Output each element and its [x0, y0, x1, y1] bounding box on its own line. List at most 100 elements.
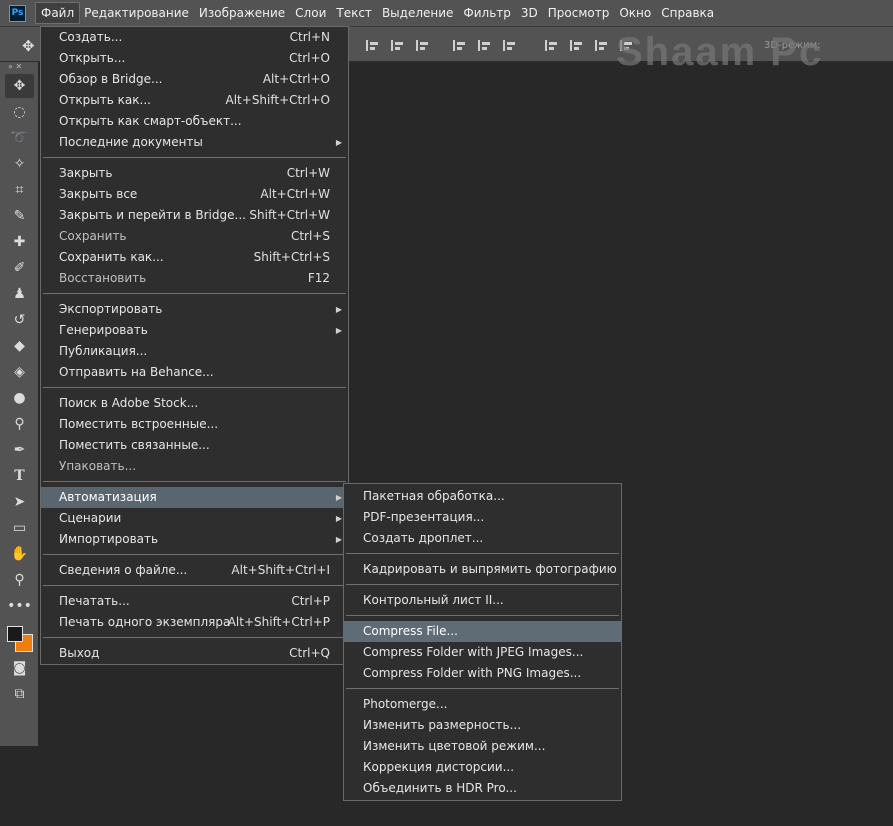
align-left-icon[interactable] — [453, 40, 468, 51]
menu-item[interactable]: Коррекция дисторсии... — [344, 757, 621, 778]
menu-10[interactable]: Справка — [656, 3, 719, 23]
menu-item[interactable]: Сведения о файле... Alt+Shift+Ctrl+I — [41, 560, 348, 581]
menu-6[interactable]: Фильтр — [458, 3, 515, 23]
menu-5[interactable]: Выделение — [377, 3, 458, 23]
menu-item[interactable]: Пакетная обработка... — [344, 486, 621, 507]
menu-item-label: Объединить в HDR Pro... — [363, 781, 517, 795]
tools-panel-header[interactable]: » ✕ — [0, 62, 38, 72]
more-tools-icon[interactable]: ••• — [5, 594, 34, 618]
align-hcenter-icon[interactable] — [478, 40, 493, 51]
type-tool-icon[interactable]: T — [5, 464, 34, 488]
menu-item[interactable]: Закрыть все Alt+Ctrl+W — [41, 184, 348, 205]
menu-item[interactable]: Открыть... Ctrl+O — [41, 48, 348, 69]
menu-item-shortcut: Ctrl+W — [286, 166, 330, 180]
menu-item[interactable]: Compress File... — [344, 621, 621, 642]
color-swatches[interactable] — [5, 620, 35, 654]
foreground-color-swatch[interactable] — [7, 626, 23, 642]
menu-item[interactable]: Объединить в HDR Pro... — [344, 778, 621, 799]
menu-item[interactable]: Поиск в Adobe Stock... — [41, 393, 348, 414]
menu-item[interactable]: Экспортировать ▶ — [41, 299, 348, 320]
menu-item[interactable]: Печать одного экземпляра Alt+Shift+Ctrl+P — [41, 612, 348, 633]
align-vcenter-icon[interactable] — [391, 40, 406, 51]
rectangle-tool-icon[interactable]: ▭ — [5, 516, 34, 540]
menu-item[interactable]: Открыть как смарт-объект... — [41, 111, 348, 132]
path-selection-tool-icon[interactable]: ➤ — [5, 490, 34, 514]
menu-4[interactable]: Текст — [331, 3, 377, 23]
align-right-icon[interactable] — [503, 40, 518, 51]
menu-item[interactable]: Сохранить как... Shift+Ctrl+S — [41, 247, 348, 268]
move-icon[interactable]: ✥ — [22, 37, 35, 55]
move-tool-icon[interactable]: ✥ — [5, 74, 34, 98]
eyedropper-tool-icon[interactable]: ✎ — [5, 204, 34, 228]
menu-3[interactable]: Слои — [290, 3, 331, 23]
menu-item[interactable]: Кадрировать и выпрямить фотографию — [344, 559, 621, 580]
menu-item[interactable]: Сценарии ▶ — [41, 508, 348, 529]
menu-item[interactable]: Создать дроплет... — [344, 528, 621, 549]
distribute-bottom-icon[interactable] — [595, 40, 610, 51]
menu-item[interactable]: Упаковать... — [41, 456, 348, 477]
menu-item-label: Изменить цветовой режим... — [363, 739, 546, 753]
pen-tool-icon[interactable]: ✒ — [5, 438, 34, 462]
align-top-icon[interactable] — [366, 40, 381, 51]
photoshop-logo: Ps — [9, 4, 26, 22]
paint-bucket-tool-icon[interactable]: ◈ — [5, 360, 34, 384]
quick-mask-icon[interactable]: ◙ — [5, 656, 34, 680]
menu-item[interactable]: Изменить размерность... — [344, 715, 621, 736]
distribute-vcenter-icon[interactable] — [570, 40, 585, 51]
align-bottom-icon[interactable] — [416, 40, 431, 51]
menu-2[interactable]: Изображение — [194, 3, 290, 23]
menu-item-label: Открыть как... — [59, 93, 151, 107]
menu-item-label: Создать... — [59, 30, 123, 44]
menu-item[interactable]: Автоматизация ▶ — [41, 487, 348, 508]
menu-item[interactable]: Публикация... — [41, 341, 348, 362]
blur-tool-icon[interactable]: ● — [5, 386, 34, 410]
menu-item[interactable]: Compress Folder with PNG Images... — [344, 663, 621, 684]
menu-0[interactable]: Файл — [34, 2, 81, 24]
zoom-tool-icon[interactable]: ⚲ — [5, 568, 34, 592]
menu-item[interactable]: PDF-презентация... — [344, 507, 621, 528]
menu-item-shortcut: Alt+Ctrl+O — [262, 72, 330, 86]
menu-item[interactable]: Последние документы ▶ — [41, 132, 348, 153]
menu-item[interactable]: Закрыть и перейти в Bridge... Shift+Ctrl+… — [41, 205, 348, 226]
history-brush-tool-icon[interactable]: ↺ — [5, 308, 34, 332]
hand-tool-icon[interactable]: ✋ — [5, 542, 34, 566]
menu-8[interactable]: Просмотр — [543, 3, 615, 23]
menu-item[interactable]: Генерировать ▶ — [41, 320, 348, 341]
brush-tool-icon[interactable]: ✐ — [5, 256, 34, 280]
menu-item[interactable]: Контрольный лист II... — [344, 590, 621, 611]
lasso-tool-icon[interactable]: ➰ — [5, 126, 34, 150]
dodge-tool-icon[interactable]: ⚲ — [5, 412, 34, 436]
marquee-tool-icon[interactable]: ◌ — [5, 100, 34, 124]
menu-item-label: Импортировать — [59, 532, 159, 546]
distribute-top-icon[interactable] — [545, 40, 560, 51]
menu-1[interactable]: Редактирование — [79, 3, 194, 23]
menu-item[interactable]: Импортировать ▶ — [41, 529, 348, 550]
menu-item[interactable]: Печатать... Ctrl+P — [41, 591, 348, 612]
menu-item[interactable]: Отправить на Behance... — [41, 362, 348, 383]
menu-item[interactable]: Обзор в Bridge... Alt+Ctrl+O — [41, 69, 348, 90]
menu-separator — [346, 688, 619, 689]
menu-item[interactable]: Создать... Ctrl+N — [41, 27, 348, 48]
menu-item[interactable]: Изменить цветовой режим... — [344, 736, 621, 757]
menu-item-label: Кадрировать и выпрямить фотографию — [363, 562, 617, 576]
menu-item[interactable]: Photomerge... — [344, 694, 621, 715]
menu-item[interactable]: Поместить встроенные... — [41, 414, 348, 435]
magic-wand-tool-icon[interactable]: ✧ — [5, 152, 34, 176]
menu-item-label: Compress Folder with JPEG Images... — [363, 645, 584, 659]
eraser-tool-icon[interactable]: ◆ — [5, 334, 34, 358]
menu-item[interactable]: Восстановить F12 — [41, 268, 348, 289]
menu-item[interactable]: Закрыть Ctrl+W — [41, 163, 348, 184]
menu-item-shortcut: Shift+Ctrl+S — [253, 250, 330, 264]
menu-item[interactable]: Выход Ctrl+Q — [41, 643, 348, 664]
menu-item-shortcut: F12 — [307, 271, 330, 285]
menu-item[interactable]: Поместить связанные... — [41, 435, 348, 456]
healing-brush-tool-icon[interactable]: ✚ — [5, 230, 34, 254]
menu-7[interactable]: 3D — [516, 3, 543, 23]
menu-item[interactable]: Открыть как... Alt+Shift+Ctrl+O — [41, 90, 348, 111]
menu-9[interactable]: Окно — [614, 3, 656, 23]
clone-stamp-tool-icon[interactable]: ♟ — [5, 282, 34, 306]
menu-item[interactable]: Сохранить Ctrl+S — [41, 226, 348, 247]
menu-item[interactable]: Compress Folder with JPEG Images... — [344, 642, 621, 663]
screen-mode-icon[interactable]: ⧉ — [5, 682, 34, 706]
crop-tool-icon[interactable]: ⌗ — [5, 178, 34, 202]
